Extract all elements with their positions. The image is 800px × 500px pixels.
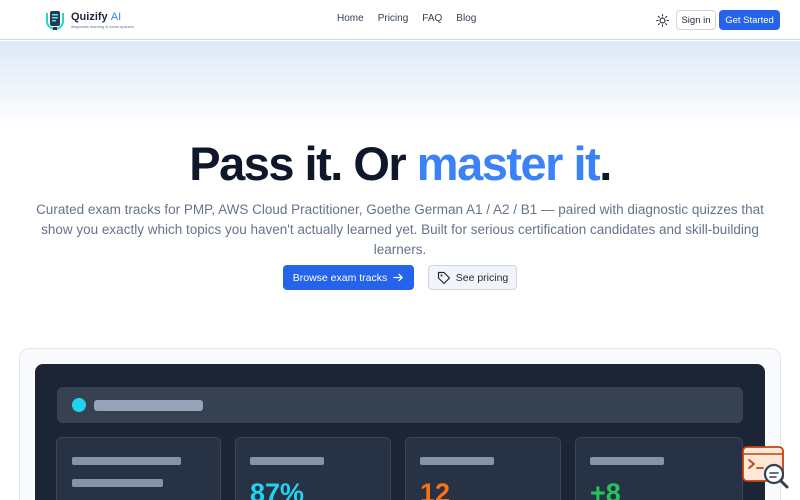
- stat-value: 12: [420, 478, 451, 500]
- site-header: Quizify AI diagnostic learning & exam qu…: [0, 0, 800, 40]
- chat-search-icon[interactable]: [741, 444, 791, 494]
- stat-label-placeholder: [420, 457, 494, 465]
- preview-stat-card: 12: [405, 437, 561, 500]
- stat-value: 87%: [250, 478, 305, 500]
- main-nav: Home Pricing FAQ Blog: [337, 13, 476, 25]
- logo-icon: [46, 11, 64, 30]
- arrow-right-icon: [393, 273, 404, 282]
- brand-tagline: diagnostic learning & exam quizzes: [71, 24, 134, 29]
- browse-exam-tracks-button[interactable]: Browse exam tracks: [283, 265, 414, 290]
- stat-label-placeholder: [250, 457, 324, 465]
- theme-toggle-button[interactable]: [654, 12, 670, 28]
- stat-value: +8: [590, 478, 621, 500]
- hero-title: Pass it. Or master it.: [189, 137, 612, 190]
- tag-icon: [437, 271, 450, 284]
- hero-background: [0, 41, 800, 131]
- preview-card-1: [56, 437, 221, 500]
- browse-label: Browse exam tracks: [292, 271, 388, 284]
- nav-faq-link[interactable]: FAQ: [422, 13, 442, 25]
- sun-icon: [655, 13, 669, 27]
- nav-home-link[interactable]: Home: [337, 13, 364, 25]
- card-placeholder-line: [72, 479, 163, 487]
- preview-status-dot: [72, 398, 86, 412]
- preview-title-placeholder: [94, 400, 203, 411]
- see-pricing-button[interactable]: See pricing: [428, 265, 517, 290]
- stat-label-placeholder: [590, 457, 664, 465]
- preview-stat-card: +8: [575, 437, 743, 500]
- brand-logo[interactable]: Quizify AI diagnostic learning & exam qu…: [44, 9, 134, 31]
- nav-pricing-link[interactable]: Pricing: [378, 13, 409, 25]
- brand-name: Quizify AI: [71, 11, 122, 23]
- sign-in-button[interactable]: Sign in: [676, 10, 716, 30]
- hero-subtitle: Curated exam tracks for PMP, AWS Cloud P…: [36, 202, 764, 257]
- nav-blog-link[interactable]: Blog: [456, 13, 476, 25]
- get-started-button[interactable]: Get Started: [719, 10, 780, 30]
- preview-stat-card: 87%: [235, 437, 391, 500]
- pricing-label: See pricing: [455, 271, 509, 284]
- card-placeholder-line: [72, 457, 181, 465]
